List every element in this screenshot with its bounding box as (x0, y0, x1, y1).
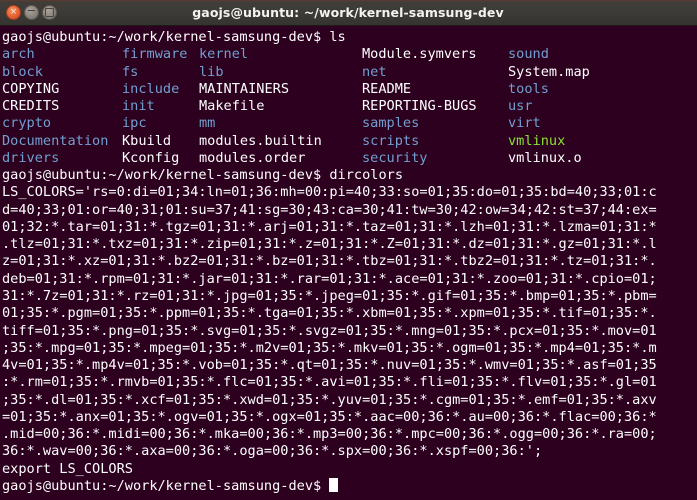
output-text: :*.rm=01;35:*.rmvb=01;35:*.flc=01;35:*.a… (2, 374, 657, 391)
ls-entry: tools (508, 80, 549, 97)
ls-entry: Module.symvers (362, 46, 477, 63)
shell-prompt: gaojs@ubuntu:~/work/kernel-samsung-dev$ (2, 167, 322, 184)
dircolors-output-line: 4v=01;35:*.mp4v=01;35:*.vob=01;35:*.qt=0… (2, 357, 697, 374)
ls-entry: virt (508, 115, 541, 132)
ls-entry: scripts (362, 132, 420, 149)
close-button[interactable]: × (6, 5, 21, 20)
output-text: deb=01;31:*.rpm=01;31:*.jar=01;31:*.rar=… (2, 270, 657, 287)
output-text: ;35:*.dl=01;35:*.xcf=01;35:*.xwd=01;35:*… (2, 391, 657, 408)
output-text: export LS_COLORS (2, 460, 133, 477)
ls-output-row: drivers Kconfig modules.order security vmlin… (2, 150, 697, 167)
title-bar[interactable]: × − gaojs@ubuntu: ~/work/kernel-samsung-… (0, 0, 697, 26)
ls-entry: block (2, 63, 43, 80)
output-text: z=01;31:*.xz=01;31:*.bz2=01;31:*.bz=01;3… (2, 253, 657, 270)
ls-entry: usr (508, 98, 533, 115)
command-text: ls (321, 29, 346, 45)
ls-entry: lib (199, 63, 224, 80)
output-text: LS_COLORS='rs=0:di=01;34:ln=01;36:mh=00:… (2, 184, 657, 201)
output-text: 31:*.7z=01;31:*.rz=01;31:*.jpg=01;35:*.j… (2, 287, 657, 304)
ls-entry: Documentation (2, 132, 109, 149)
ls-entry: kernel (199, 46, 249, 63)
dircolors-output-line: ;35:*.mpg=01;35:*.mpeg=01;35:*.m2v=01;35… (2, 340, 697, 357)
dircolors-output-line: z=01;31:*.xz=01;31:*.bz2=01;31:*.bz=01;3… (2, 253, 697, 270)
ls-output-row: CREDITS init Makefile REPORTING-BUGS usr (2, 98, 697, 115)
close-icon: × (9, 6, 18, 17)
window-controls: × − (0, 5, 57, 20)
ls-entry: COPYING (2, 80, 60, 97)
dircolors-output-line: LS_COLORS='rs=0:di=01;34:ln=01;36:mh=00:… (2, 184, 697, 201)
ls-entry: vmlinux (508, 132, 566, 149)
ls-entry: Kbuild (122, 132, 172, 149)
output-text: tiff=01;35:*.png=01;35:*.svg=01;35:*.svg… (2, 322, 657, 339)
dircolors-output-line: export LS_COLORS (2, 461, 697, 478)
dircolors-output-line: .mid=00;36:*.midi=00;36:*.mka=00;36:*.mp… (2, 426, 697, 443)
ls-output-row: Documentation Kbuild modules.builtin script… (2, 133, 697, 150)
ls-entry: crypto (2, 115, 52, 132)
output-text: 01;35:*.pgm=01;35:*.ppm=01;35:*.tga=01;3… (2, 305, 657, 322)
ls-entry: REPORTING-BUGS (362, 98, 477, 115)
shell-prompt: gaojs@ubuntu:~/work/kernel-samsung-dev$ (2, 29, 322, 45)
dircolors-output-line: 31:*.7z=01;31:*.rz=01;31:*.jpg=01;35:*.j… (2, 288, 697, 305)
ls-entry: Makefile (199, 98, 265, 115)
shell-prompt: gaojs@ubuntu:~/work/kernel-samsung-dev$ (2, 477, 330, 494)
terminal-window: × − gaojs@ubuntu: ~/work/kernel-samsung-… (0, 0, 697, 500)
dircolors-output-line: d=40;33;01:or=40;31;01:su=37;41:sg=30;43… (2, 202, 697, 219)
ls-entry: System.map (508, 63, 590, 80)
ls-output-row: crypto ipc mm samples virt (2, 115, 697, 132)
ls-entry: CREDITS (2, 98, 60, 115)
ls-output-row: block fs lib net System.map (2, 64, 697, 81)
ls-entry: README (362, 80, 412, 97)
ls-output-row: COPYING include MAINTAINERS README tools (2, 81, 697, 98)
output-text: =01;35:*.anx=01;35:*.ogv=01;35:*.ogx=01;… (2, 408, 657, 425)
ls-entry: samples (362, 115, 420, 132)
maximize-icon (45, 8, 54, 17)
ls-entry: security (362, 149, 428, 166)
prompt-line-dircolors: gaojs@ubuntu:~/work/kernel-samsung-dev$ … (2, 167, 697, 184)
dircolors-output-line: deb=01;31:*.rpm=01;31:*.jar=01;31:*.rar=… (2, 271, 697, 288)
dircolors-output-line: :*.rm=01;35:*.rmvb=01;35:*.flc=01;35:*.a… (2, 374, 697, 391)
output-text: ;35:*.mpg=01;35:*.mpeg=01;35:*.m2v=01;35… (2, 339, 657, 356)
ls-entry: modules.order (199, 149, 306, 166)
dircolors-output-line: 01;32:*.tar=01;31:*.tgz=01;31:*.arj=01;3… (2, 219, 697, 236)
ls-entry: mm (199, 115, 216, 132)
ls-entry: sound (508, 46, 549, 63)
dircolors-output-line: =01;35:*.anx=01;35:*.ogv=01;35:*.ogx=01;… (2, 409, 697, 426)
ls-entry: fs (122, 63, 139, 80)
output-text: d=40;33;01:or=40;31;01:su=37;41:sg=30;43… (2, 201, 657, 218)
ls-output-row: arch firmware kernel Module.symvers sound (2, 46, 697, 63)
ls-entry: net (362, 63, 387, 80)
output-text: .tlz=01;31:*.txz=01;31:*.zip=01;31:*.z=0… (2, 236, 657, 253)
minimize-button[interactable]: − (24, 5, 39, 20)
prompt-line-ls: gaojs@ubuntu:~/work/kernel-samsung-dev$ … (2, 29, 697, 46)
output-text: .mid=00;36:*.midi=00;36:*.mka=00;36:*.mp… (2, 426, 657, 443)
ls-entry: ipc (122, 115, 147, 132)
dircolors-output-line: tiff=01;35:*.png=01;35:*.svg=01;35:*.svg… (2, 323, 697, 340)
output-text: 01;32:*.tar=01;31:*.tgz=01;31:*.arj=01;3… (2, 218, 657, 235)
minimize-icon: − (26, 3, 37, 17)
maximize-button[interactable] (42, 5, 57, 20)
ls-entry: Kconfig (122, 149, 180, 166)
ls-entry: drivers (2, 149, 60, 166)
output-text: 36:*.wav=00;36:*.axa=00;36:*.oga=00;36:*… (2, 443, 543, 460)
window-title: gaojs@ubuntu: ~/work/kernel-samsung-dev (192, 5, 504, 20)
ls-entry: arch (2, 46, 35, 63)
dircolors-output-line: 01;35:*.pgm=01;35:*.ppm=01;35:*.tga=01;3… (2, 305, 697, 322)
dircolors-output-line: .tlz=01;31:*.txz=01;31:*.zip=01;31:*.z=0… (2, 236, 697, 253)
ls-entry: modules.builtin (199, 132, 322, 149)
ls-entry: MAINTAINERS (199, 80, 290, 97)
output-text: 4v=01;35:*.mp4v=01;35:*.vob=01;35:*.qt=0… (2, 357, 657, 374)
command-text: dircolors (321, 167, 404, 184)
ls-entry: firmware (122, 46, 188, 63)
terminal-output-area[interactable]: gaojs@ubuntu:~/work/kernel-samsung-dev$ … (0, 26, 697, 500)
ls-entry: vmlinux.o (508, 149, 582, 166)
ls-entry: include (122, 80, 180, 97)
ls-entry: init (122, 98, 155, 115)
text-cursor (329, 477, 338, 492)
dircolors-output-line: 36:*.wav=00;36:*.axa=00;36:*.oga=00;36:*… (2, 443, 697, 460)
prompt-line-current: gaojs@ubuntu:~/work/kernel-samsung-dev$ (2, 477, 697, 495)
dircolors-output-line: ;35:*.dl=01;35:*.xcf=01;35:*.xwd=01;35:*… (2, 392, 697, 409)
